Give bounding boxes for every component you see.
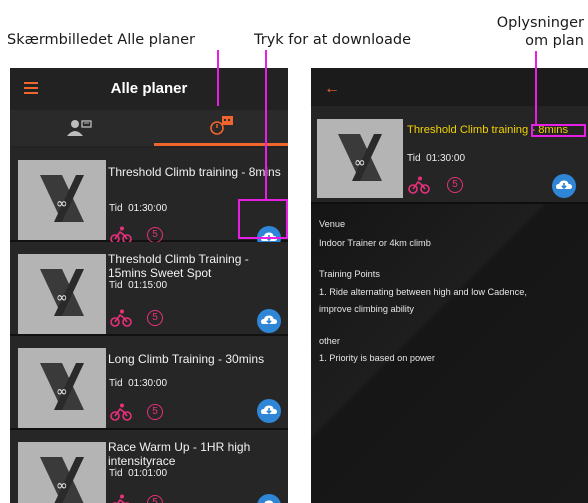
active-tab-indicator (154, 143, 288, 146)
svg-text:∞: ∞ (56, 196, 68, 212)
caption-plan-info-line1: Oplysninger (496, 15, 584, 31)
tab-people[interactable] (10, 110, 149, 146)
other-heading: other (319, 336, 340, 346)
cloud-download-icon (556, 180, 572, 190)
plan-tabs (10, 110, 288, 146)
callout-line-download (265, 50, 267, 199)
cyclist-icon (110, 403, 132, 421)
plan-time: Tid 01:30:00 (109, 378, 168, 389)
download-button[interactable] (552, 174, 576, 198)
plan-time: Tid 01:30:00 (407, 153, 466, 164)
plan-thumbnail: ∞ (18, 254, 106, 334)
back-arrow-icon[interactable]: ← (324, 80, 340, 98)
svg-text:∞: ∞ (56, 384, 68, 400)
plan-header: ∞ Threshold Climb training - 8mins Tid 0… (311, 106, 588, 204)
count-badge: 5 (147, 310, 163, 326)
caption-plan-info-line2: om plan (525, 33, 584, 49)
other-line1: 1. Priority is based on power (319, 353, 435, 363)
plan-title: Long Climb Training - 30mins (108, 352, 265, 366)
plan-title: Race Warm Up - 1HR high intensityrace (108, 440, 251, 468)
callout-line-tabs (217, 50, 219, 106)
cyclist-icon (110, 309, 132, 327)
cyclist-icon (112, 494, 130, 503)
training-points-line2: improve climbing ability (319, 304, 414, 314)
venue-heading: Venue (319, 219, 346, 229)
plan-time: Tid 01:15:00 (109, 280, 168, 291)
download-button[interactable] (257, 309, 281, 333)
title-highlight-box (531, 124, 586, 137)
list-item[interactable]: ∞ Threshold Climb Training - 15mins Swee… (10, 242, 288, 336)
download-button[interactable] (257, 399, 281, 423)
caption-all-plans-screen: Skærmbilledet Alle planer (7, 32, 195, 48)
cyclist-icon (408, 176, 430, 194)
calendar-icon (210, 116, 233, 135)
plan-thumbnail: ∞ (18, 442, 106, 503)
svg-text:∞: ∞ (56, 290, 68, 306)
training-points-line1: 1. Ride alternating between high and low… (319, 287, 527, 297)
caption-tap-to-download: Tryk for at downloade (254, 32, 412, 48)
count-badge: 5 (147, 495, 163, 503)
plan-time: Tid 01:01:00 (109, 468, 168, 479)
plan-title: Threshold Climb Training - 15mins Sweet … (108, 252, 249, 280)
callout-line-plan-info (535, 51, 537, 126)
cloud-download-icon (261, 315, 277, 325)
training-points-heading: Training Points (319, 269, 380, 279)
plan-thumbnail: ∞ (317, 119, 403, 198)
people-settings-icon (67, 120, 92, 136)
download-highlight-box (238, 199, 288, 239)
list-item[interactable]: ∞ Race Warm Up - 1HR high intensityrace … (10, 430, 288, 503)
caption-plan-info: Oplysninger om plan (472, 14, 584, 50)
plan-title: Threshold Climb training - 8mins (108, 165, 281, 179)
plan-description: Venue Indoor Trainer or 4km climb Traini… (311, 204, 588, 503)
count-badge: 5 (147, 404, 163, 420)
cloud-download-icon (261, 405, 277, 415)
plan-time: Tid 01:30:00 (109, 203, 168, 214)
app-bar: ← (311, 68, 588, 106)
page-title: Alle planer (110, 80, 188, 97)
plan-thumbnail: ∞ (18, 348, 106, 428)
count-badge: 5 (447, 177, 463, 193)
plan-thumbnail: ∞ (18, 160, 106, 240)
app-bar: Alle planer (10, 68, 288, 110)
count-badge: 5 (147, 227, 163, 243)
download-button[interactable] (257, 494, 281, 503)
all-plans-screen: Alle planer ∞ Threshold Climb training -… (10, 68, 288, 503)
svg-text:∞: ∞ (56, 478, 68, 494)
venue-text: Indoor Trainer or 4km climb (319, 238, 431, 248)
tab-calendar[interactable] (149, 110, 288, 146)
svg-text:∞: ∞ (354, 155, 366, 171)
list-item[interactable]: ∞ Long Climb Training - 30mins Tid 01:30… (10, 336, 288, 430)
cloud-download-icon (264, 500, 274, 503)
